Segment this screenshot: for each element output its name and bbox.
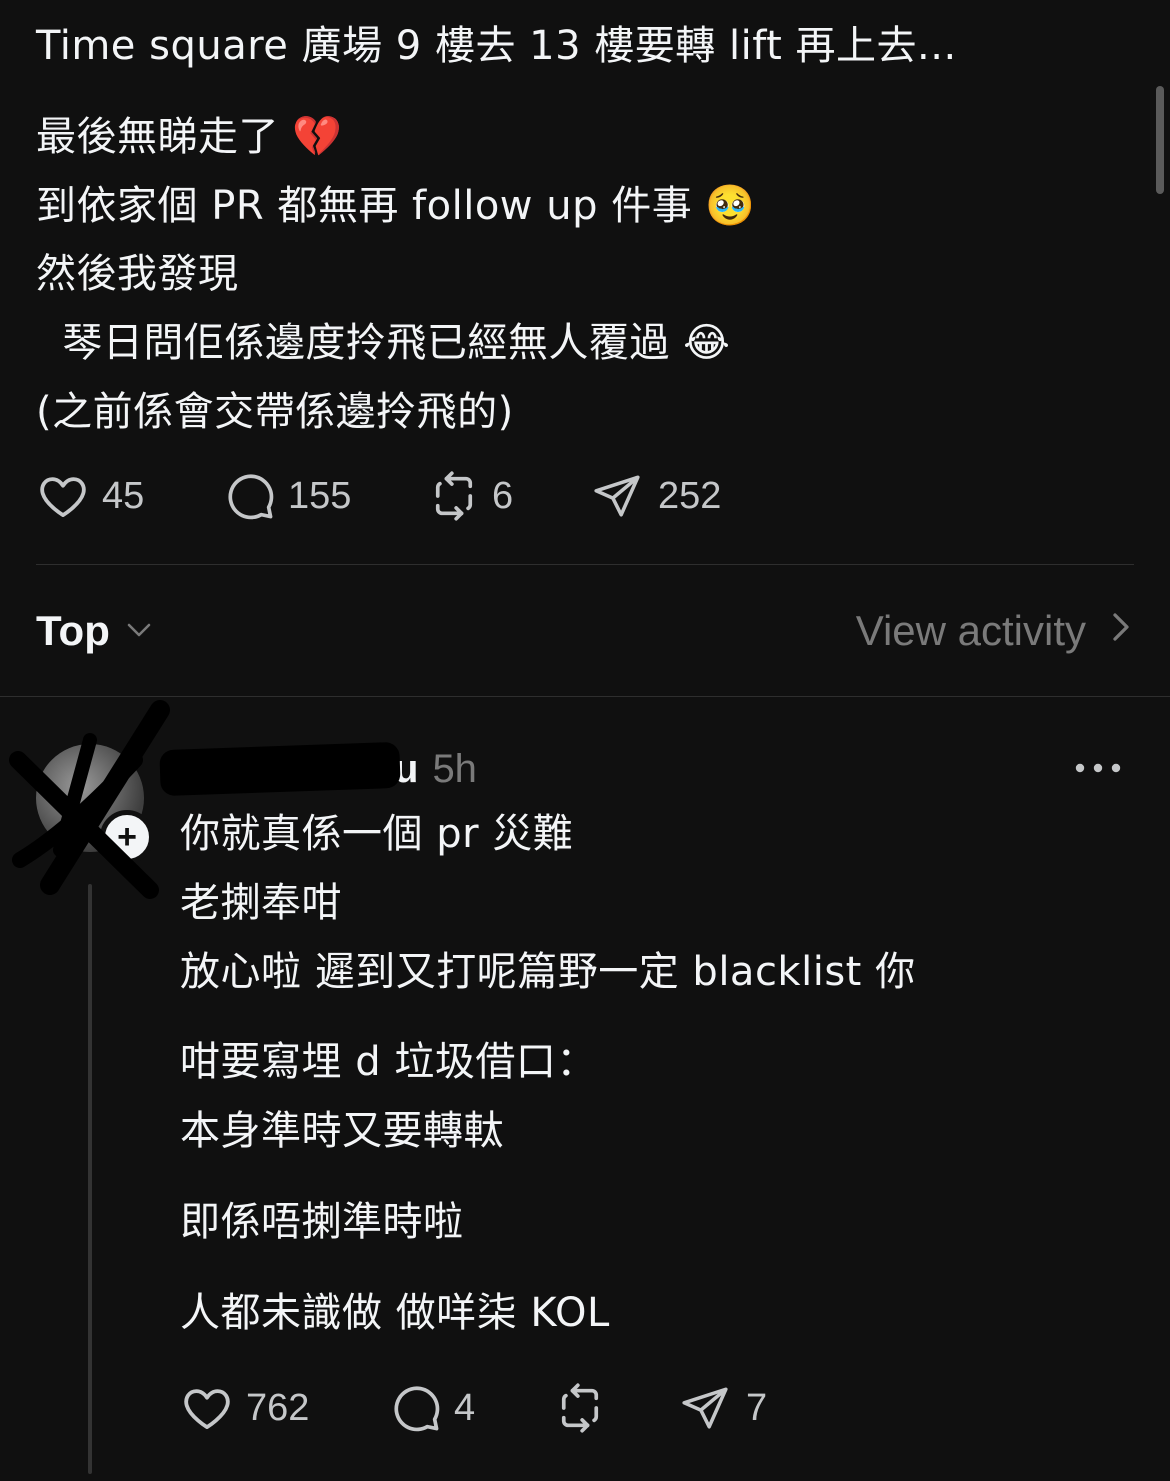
heart-icon (36, 469, 90, 523)
view-activity-link[interactable]: View activity (856, 607, 1134, 655)
reply-repost-button[interactable] (554, 1382, 680, 1434)
comment-bubble-icon (224, 470, 276, 522)
like-button[interactable]: 45 (36, 469, 224, 523)
paper-plane-icon (680, 1383, 730, 1433)
reply-share-button[interactable]: 7 (680, 1383, 767, 1433)
reply-like-button[interactable]: 762 (180, 1381, 390, 1435)
divider (36, 564, 1134, 565)
more-options-button[interactable] (1072, 750, 1124, 786)
redaction-scribble (9, 700, 170, 899)
redaction-bar (159, 741, 401, 797)
reply-body: 你就真係一個 pr 災難 老揦奉咁 放心啦 遲到又打呢篇野一定 blacklis… (180, 800, 1130, 1348)
scrollbar-thumb[interactable] (1156, 86, 1164, 194)
sort-dropdown[interactable]: Top (36, 607, 154, 655)
heart-icon (180, 1381, 234, 1435)
chevron-right-icon (1086, 607, 1134, 655)
thread-line (88, 884, 92, 1474)
like-count: 45 (102, 474, 145, 517)
replies-sort-row: Top View activity (36, 598, 1134, 664)
reply-line: 本身準時又要轉軚 (180, 1108, 504, 1155)
reply-header: u 5h (159, 740, 477, 798)
reply-line: 你就真係一個 pr 災難 (180, 811, 574, 857)
reply-line: 即係唔揦準時啦 (180, 1198, 464, 1245)
repost-icon (428, 470, 480, 522)
post-line: 琴日問佢係邊度拎飛已經無人覆過 😂 (36, 320, 731, 367)
reply-timestamp: 5h (432, 746, 477, 791)
reply-share-count: 7 (746, 1386, 768, 1429)
share-count: 252 (658, 474, 722, 517)
reply-line: 人都未識做 做咩柒 KOL (180, 1289, 610, 1336)
reply-line: 咁要寫埋 d 垃圾借口： (180, 1039, 597, 1086)
comment-button[interactable]: 155 (224, 470, 428, 522)
reply-line: 老揦奉咁 (180, 879, 342, 926)
view-activity-label: View activity (855, 607, 1086, 654)
paper-plane-icon (592, 471, 642, 521)
chevron-down-icon (110, 607, 154, 655)
reply-comment-count: 4 (454, 1386, 476, 1429)
reply-like-count: 762 (246, 1386, 310, 1429)
reply-comment-button[interactable]: 4 (390, 1382, 554, 1434)
post-line: 最後無睇走了 💔 (36, 113, 343, 160)
share-button[interactable]: 252 (592, 471, 721, 521)
reply-line: 放心啦 遲到又打呢篇野一定 blacklist 你 (180, 948, 916, 995)
post-body: Time square 廣場 9 樓去 13 樓要轉 lift 再上去... 最… (36, 12, 1126, 447)
repost-count: 6 (492, 474, 514, 517)
section-divider (0, 696, 1170, 697)
more-dots-icon (1072, 763, 1124, 790)
repost-icon (554, 1382, 606, 1434)
repost-button[interactable]: 6 (428, 470, 592, 522)
post-action-bar: 45 155 6 252 (36, 466, 721, 526)
post-line: 然後我發現 (36, 251, 239, 298)
post-line: Time square 廣場 9 樓去 13 樓要轉 lift 再上去... (36, 23, 957, 69)
post-line: (之前係會交帶係邊拎飛的) (36, 388, 514, 435)
sort-label: Top (36, 607, 110, 654)
comment-bubble-icon (390, 1382, 442, 1434)
post-line: 到依家個 PR 都無再 follow up 件事 🥹 (36, 182, 756, 229)
reply-action-bar: 762 4 7 (180, 1378, 767, 1438)
comment-count: 155 (288, 474, 352, 517)
